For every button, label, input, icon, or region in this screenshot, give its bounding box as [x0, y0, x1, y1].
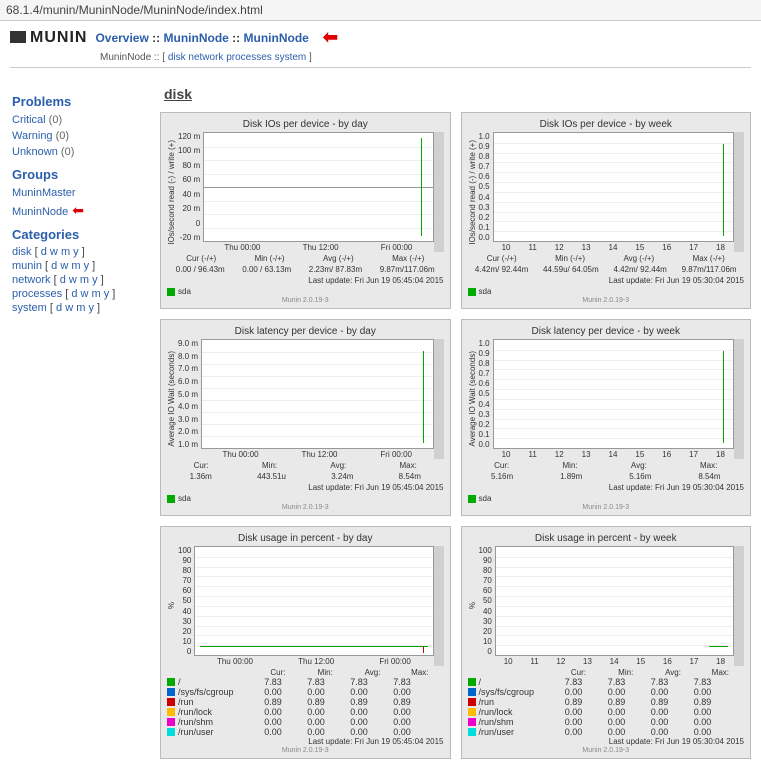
chart-title: Disk IOs per device - by day: [167, 119, 444, 130]
period-disk-y[interactable]: y: [73, 246, 79, 258]
period-disk-d[interactable]: d: [41, 246, 47, 258]
period-processes-w[interactable]: w: [81, 288, 89, 300]
sublink-network[interactable]: network: [188, 52, 223, 63]
chart-footer: Munin 2.0.19-3: [468, 297, 745, 304]
yaxis-label: %: [167, 602, 176, 609]
chart-title: Disk IOs per device - by week: [468, 119, 745, 130]
sidebar-problem-warning[interactable]: Warning: [12, 130, 53, 142]
sidebar-cat-processes[interactable]: processes: [12, 288, 62, 300]
side-strip: [434, 132, 444, 252]
period-disk-w[interactable]: w: [50, 246, 58, 258]
chart-panel-5[interactable]: Disk usage in percent - by week % 100908…: [461, 526, 752, 759]
sub-links: MuninNode :: [ disk network processes sy…: [100, 52, 751, 63]
yaxis-label: IOs/second read (-) / write (+): [167, 140, 176, 245]
chart-title: Disk latency per device - by week: [468, 326, 745, 337]
chart-panel-0[interactable]: Disk IOs per device - by day IOs/second …: [160, 112, 451, 309]
arrow-icon: ⬅: [323, 27, 338, 48]
breadcrumb-overview[interactable]: Overview: [95, 31, 148, 45]
breadcrumb: Overview :: MuninNode :: MuninNode: [95, 31, 308, 45]
legend-label: /run/shm: [178, 717, 250, 727]
yaxis-label: %: [468, 602, 477, 609]
breadcrumb-node2[interactable]: MuninNode: [244, 31, 309, 45]
chart-title: Disk usage in percent - by day: [167, 533, 444, 544]
sidebar-group-muninmaster[interactable]: MuninMaster: [12, 187, 76, 199]
legend-label: /sys/fs/cgroup: [479, 687, 551, 697]
chart-footer: Munin 2.0.19-3: [167, 297, 444, 304]
chart-panel-1[interactable]: Disk IOs per device - by week IOs/second…: [461, 112, 752, 309]
legend-label: /: [178, 677, 250, 687]
sidebar-cat-munin[interactable]: munin: [12, 260, 42, 272]
period-munin-y[interactable]: y: [84, 260, 90, 272]
period-system-m[interactable]: m: [76, 302, 85, 314]
side-strip: [734, 339, 744, 459]
section-title: disk: [164, 86, 751, 102]
legend-label: /run/user: [178, 727, 250, 737]
sidebar-categories-h: Categories: [12, 227, 150, 242]
sidebar: Problems Critical (0)Warning (0)Unknown …: [0, 76, 160, 769]
sidebar-cat-system[interactable]: system: [12, 302, 47, 314]
chart-footer: Munin 2.0.19-3: [468, 504, 745, 511]
chart-panel-4[interactable]: Disk usage in percent - by day % 1009080…: [160, 526, 451, 759]
chart-plot: [493, 339, 734, 449]
sublink-processes[interactable]: processes: [226, 52, 272, 63]
chart-panel-3[interactable]: Disk latency per device - by week Averag…: [461, 319, 752, 516]
period-munin-m[interactable]: m: [71, 260, 80, 272]
side-strip: [434, 339, 444, 459]
chart-footer: Munin 2.0.19-3: [167, 747, 444, 754]
chart-plot: [201, 339, 433, 449]
address-bar[interactable]: 68.1.4/munin/MuninNode/MuninNode/index.h…: [0, 0, 761, 21]
period-system-y[interactable]: y: [88, 302, 94, 314]
munin-logo: MUNIN: [10, 29, 87, 47]
sidebar-cat-network[interactable]: network: [12, 274, 51, 286]
sublink-disk[interactable]: disk: [168, 52, 186, 63]
period-system-d[interactable]: d: [56, 302, 62, 314]
yaxis-label: IOs/second read (-) / write (+): [468, 140, 477, 245]
period-network-y[interactable]: y: [92, 274, 98, 286]
sublink-system[interactable]: system: [275, 52, 307, 63]
period-network-w[interactable]: w: [69, 274, 77, 286]
period-munin-d[interactable]: d: [51, 260, 57, 272]
sidebar-cat-disk[interactable]: disk: [12, 246, 32, 258]
side-strip: [434, 546, 444, 666]
period-processes-y[interactable]: y: [104, 288, 110, 300]
side-strip: [734, 546, 744, 666]
legend-label: sda: [479, 494, 492, 503]
sidebar-problems-h: Problems: [12, 94, 150, 109]
chart-footer: Munin 2.0.19-3: [167, 504, 444, 511]
yaxis-label: Average IO Wait (seconds): [468, 351, 477, 447]
sidebar-group-muninnode[interactable]: MuninNode: [12, 206, 68, 218]
period-munin-w[interactable]: w: [60, 260, 68, 272]
chart-plot: [203, 132, 433, 242]
period-system-w[interactable]: w: [65, 302, 73, 314]
legend-label: /: [479, 677, 551, 687]
sidebar-groups-h: Groups: [12, 167, 150, 182]
legend-label: sda: [178, 287, 191, 296]
legend-label: /run/user: [479, 727, 551, 737]
period-network-d[interactable]: d: [60, 274, 66, 286]
chart-footer: Munin 2.0.19-3: [468, 747, 745, 754]
period-processes-m[interactable]: m: [92, 288, 101, 300]
chart-plot: [493, 132, 734, 242]
legend-label: /run: [479, 697, 551, 707]
legend-label: /sys/fs/cgroup: [178, 687, 250, 697]
sidebar-problem-critical[interactable]: Critical: [12, 114, 46, 126]
arrow-icon: ⬅: [72, 202, 84, 218]
legend-label: sda: [479, 287, 492, 296]
chart-title: Disk usage in percent - by week: [468, 533, 745, 544]
legend-label: /run/lock: [178, 707, 250, 717]
main-content: disk Disk IOs per device - by day IOs/se…: [160, 76, 761, 769]
chart-title: Disk latency per device - by day: [167, 326, 444, 337]
period-network-m[interactable]: m: [80, 274, 89, 286]
period-processes-d[interactable]: d: [71, 288, 77, 300]
legend-label: /run/shm: [479, 717, 551, 727]
legend-label: /run: [178, 697, 250, 707]
legend-label: sda: [178, 494, 191, 503]
chart-panel-2[interactable]: Disk latency per device - by day Average…: [160, 319, 451, 516]
sidebar-problem-unknown[interactable]: Unknown: [12, 146, 58, 158]
period-disk-m[interactable]: m: [61, 246, 70, 258]
yaxis-label: Average IO Wait (seconds): [167, 351, 176, 447]
side-strip: [734, 132, 744, 252]
legend-label: /run/lock: [479, 707, 551, 717]
breadcrumb-node1[interactable]: MuninNode: [164, 31, 229, 45]
